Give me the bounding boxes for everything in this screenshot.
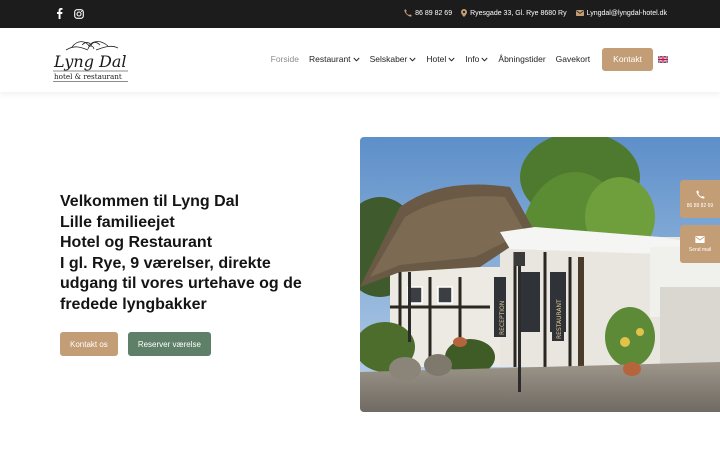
nav-restaurant-label: Restaurant [308, 54, 351, 64]
phone-icon [404, 9, 412, 17]
hero-photo: RECEPTION RESTAURANT [360, 137, 720, 412]
envelope-icon [575, 10, 584, 16]
phone-text: 86 89 82 69 [415, 9, 453, 17]
restaurant-sign: RESTAURANT [556, 299, 563, 339]
hero-line: Hotel og Restaurant [60, 234, 213, 252]
address-link[interactable]: Ryesgade 33, Gl. Rye 8680 Ry [461, 9, 567, 17]
mail-widget-label: Send mail [688, 246, 712, 253]
email-link[interactable]: Lyngdal@lyngdal-hotel.dk [575, 9, 667, 17]
reserve-room-button[interactable]: Reserver værelse [127, 332, 211, 356]
nav-selskaber-label: Selskaber [369, 54, 408, 64]
phone-link[interactable]: 86 89 82 69 [404, 9, 452, 17]
chevron-down-icon [481, 57, 488, 62]
nav-abningstider[interactable]: Åbningstider [498, 54, 545, 64]
nav-info-label: Info [465, 54, 480, 64]
map-pin-icon [461, 9, 468, 17]
address-text: Ryesgade 33, Gl. Rye 8680 Ry [470, 9, 567, 17]
hero-line: udgang til vores urtehave og de [60, 275, 302, 293]
main-nav: Forside Restaurant Selskaber Hotel Info … [271, 47, 668, 71]
email-text: Lyngdal@lyngdal-hotel.dk [586, 9, 667, 17]
reception-sign: RECEPTION [499, 301, 506, 335]
contact-us-button[interactable]: Kontakt os [60, 332, 118, 356]
chevron-down-icon [353, 57, 360, 62]
logo[interactable]: Lyng Dal hotel & restaurant [52, 38, 130, 84]
chevron-down-icon [409, 57, 416, 62]
facebook-icon[interactable] [54, 8, 65, 19]
envelope-icon [695, 235, 705, 243]
logo-ornament [65, 41, 119, 51]
hero-line: I gl. Rye, 9 værelser, direkte [60, 254, 271, 272]
nav-hotel-label: Hotel [426, 54, 447, 64]
nav-forside[interactable]: Forside [271, 54, 299, 64]
hero-line: Lille familieejet [60, 213, 175, 231]
phone-icon [695, 189, 705, 199]
nav-restaurant[interactable]: Restaurant [309, 54, 360, 64]
nav-selskaber[interactable]: Selskaber [370, 54, 417, 64]
site-header: Lyng Dal hotel & restaurant Forside Rest… [0, 28, 720, 92]
nav-gavekort[interactable]: Gavekort [556, 54, 591, 64]
nav-forside-label: Forside [270, 54, 299, 64]
hero-line: Velkommen til Lyng Dal [60, 193, 240, 210]
nav-info[interactable]: Info [465, 54, 488, 64]
kontakt-button[interactable]: Kontakt [602, 47, 653, 71]
top-bar: 86 89 82 69 Ryesgade 33, Gl. Rye 8680 Ry… [0, 0, 720, 28]
flag-gb-icon[interactable] [658, 55, 668, 63]
chevron-down-icon [448, 57, 455, 62]
hero-heading: Velkommen til Lyng Dal Lille familieejet… [60, 192, 330, 316]
nav-gavekort-label: Gavekort [555, 54, 591, 64]
phone-widget-label: 86 89 82 69 [686, 202, 714, 209]
logo-title: Lyng Dal [53, 52, 127, 71]
nav-hotel[interactable]: Hotel [426, 54, 455, 64]
contact-info: 86 89 82 69 Ryesgade 33, Gl. Rye 8680 Ry… [404, 9, 667, 17]
logo-subtitle: hotel & restaurant [54, 72, 122, 81]
nav-abningstider-label: Åbningstider [498, 54, 546, 64]
hero-line: fredede lyngbakker [60, 295, 207, 313]
phone-widget[interactable]: 86 89 82 69 [680, 180, 720, 218]
hero-buttons: Kontakt os Reserver værelse [60, 332, 211, 356]
instagram-icon[interactable] [73, 8, 84, 19]
social-links [54, 8, 84, 19]
mail-widget[interactable]: Send mail [680, 225, 720, 263]
